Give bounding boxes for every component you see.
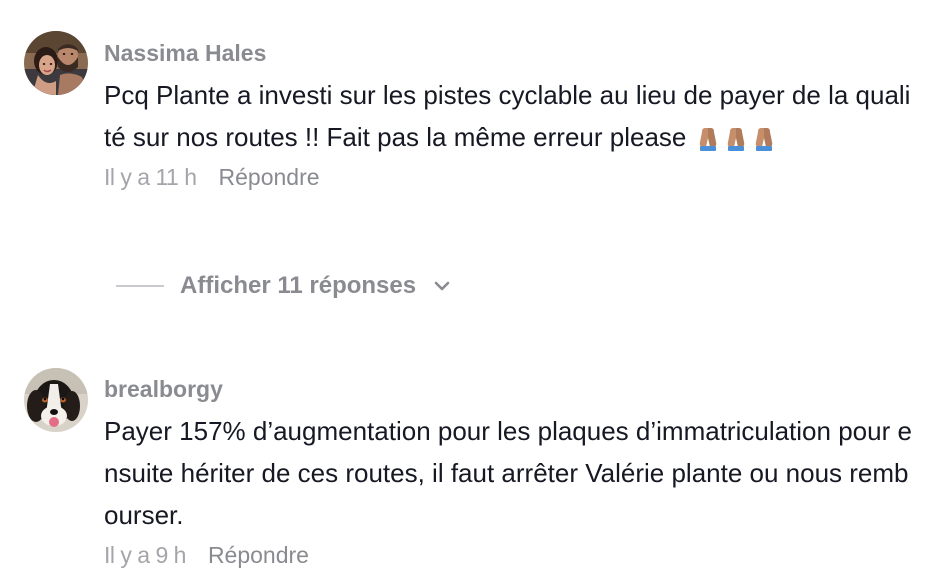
comment-text: Payer 157% d’augmentation pour les plaqu… xyxy=(104,416,912,530)
comment-timestamp: Il y a 11 h xyxy=(104,164,197,190)
comment-text-content: Pcq Plante a investi sur les pistes cycl… xyxy=(104,80,911,152)
reply-button[interactable]: Répondre xyxy=(219,164,320,190)
comment-username[interactable]: Nassima Hales xyxy=(104,38,916,68)
divider xyxy=(116,285,164,287)
folded-hands-icon xyxy=(722,124,750,152)
view-replies-button[interactable]: Afficher 11 réponses xyxy=(116,266,454,306)
comment-timestamp: Il y a 9 h xyxy=(104,542,186,568)
comment-text: Pcq Plante a investi sur les pistes cycl… xyxy=(104,74,916,158)
avatar[interactable] xyxy=(24,368,88,432)
comment-meta: Il y a 9 h Répondre xyxy=(104,538,916,572)
comment-meta: Il y a 11 h Répondre xyxy=(104,160,916,194)
folded-hands-icon xyxy=(750,124,778,152)
avatar[interactable] xyxy=(24,31,88,95)
comment-username[interactable]: brealborgy xyxy=(104,374,916,404)
view-replies-label: Afficher 11 réponses xyxy=(180,272,417,299)
folded-hands-icon xyxy=(694,124,722,152)
reply-button[interactable]: Répondre xyxy=(208,542,309,568)
chevron-down-icon xyxy=(430,274,454,298)
